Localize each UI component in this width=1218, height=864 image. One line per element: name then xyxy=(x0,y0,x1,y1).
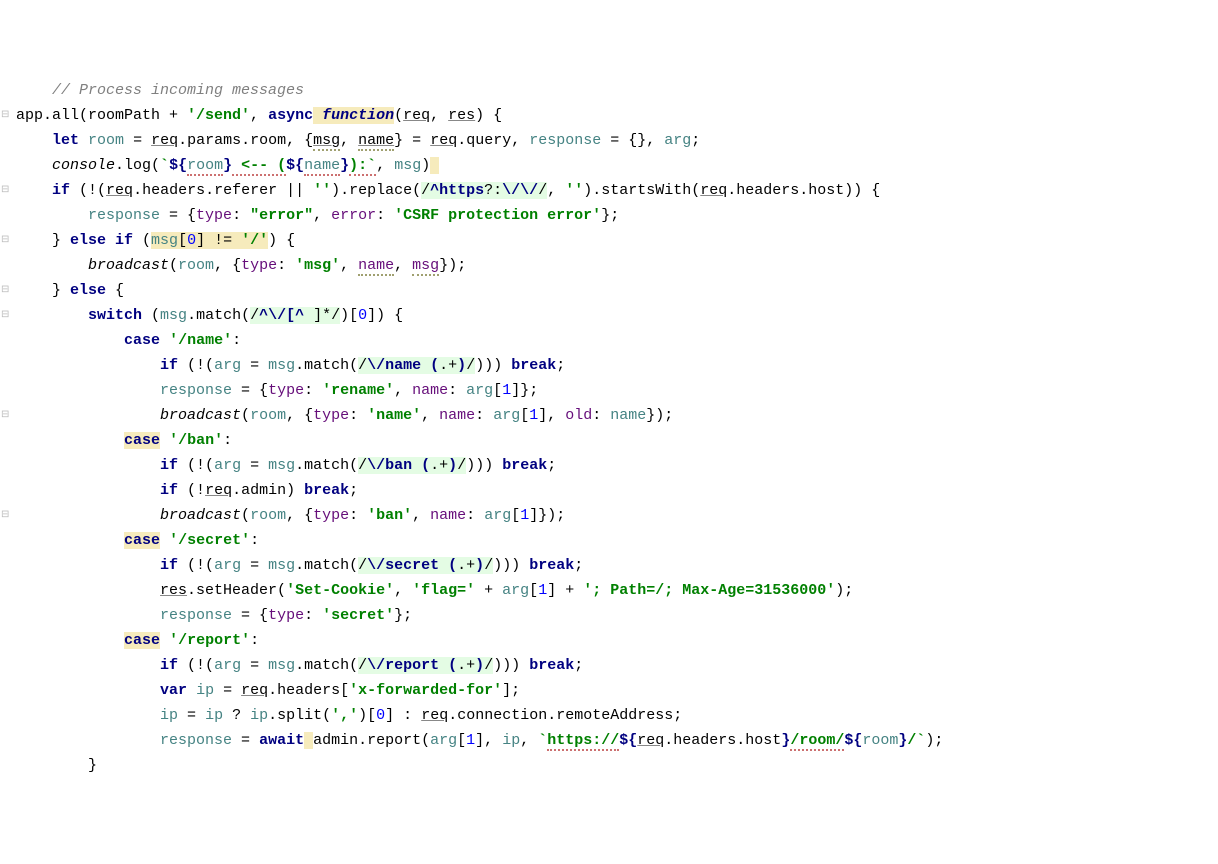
code-line[interactable]: broadcast(room, {type: 'name', name: arg… xyxy=(16,403,1218,428)
code-line[interactable]: if (!(req.headers.referer || '').replace… xyxy=(16,178,1218,203)
code-line[interactable]: console.log(`${room} <-- (${name}):`, ms… xyxy=(16,153,1218,178)
code-line[interactable]: broadcast(room, {type: 'msg', name, msg}… xyxy=(16,253,1218,278)
code-line[interactable]: response = {type: "error", error: 'CSRF … xyxy=(16,203,1218,228)
code-line[interactable]: if (!(arg = msg.match(/\/ban (.+)/))) br… xyxy=(16,453,1218,478)
fold-icon[interactable]: ⊟ xyxy=(1,286,11,296)
code-editor[interactable]: ⊟ ⊟ ⊟ ⊟ ⊟ ⊟ ⊟ // Process incoming messag… xyxy=(0,68,1218,779)
fold-icon[interactable]: ⊟ xyxy=(1,411,11,421)
fold-icon[interactable]: ⊟ xyxy=(1,186,11,196)
code-line[interactable]: switch (msg.match(/^\/[^ ]*/)[0]) { xyxy=(16,303,1218,328)
fold-icon[interactable]: ⊟ xyxy=(1,236,11,246)
code-line[interactable]: } else { xyxy=(16,278,1218,303)
code-line[interactable]: response = await admin.report(arg[1], ip… xyxy=(16,728,1218,753)
code-line[interactable]: ip = ip ? ip.split(',')[0] : req.connect… xyxy=(16,703,1218,728)
code-area[interactable]: // Process incoming messagesapp.all(room… xyxy=(12,68,1218,779)
code-line[interactable]: let room = req.params.room, {msg, name} … xyxy=(16,128,1218,153)
code-line[interactable]: var ip = req.headers['x-forwarded-for']; xyxy=(16,678,1218,703)
code-line[interactable]: response = {type: 'rename', name: arg[1]… xyxy=(16,378,1218,403)
code-line[interactable]: if (!(arg = msg.match(/\/secret (.+)/)))… xyxy=(16,553,1218,578)
code-line[interactable]: case '/secret': xyxy=(16,528,1218,553)
code-line[interactable]: case '/name': xyxy=(16,328,1218,353)
gutter: ⊟ ⊟ ⊟ ⊟ ⊟ ⊟ ⊟ xyxy=(0,68,12,779)
code-line[interactable]: response = {type: 'secret'}; xyxy=(16,603,1218,628)
fold-icon[interactable]: ⊟ xyxy=(1,311,11,321)
fold-icon[interactable]: ⊟ xyxy=(1,511,11,521)
code-line[interactable]: // Process incoming messages xyxy=(16,78,1218,103)
fold-icon[interactable]: ⊟ xyxy=(1,111,11,121)
code-line[interactable]: broadcast(room, {type: 'ban', name: arg[… xyxy=(16,503,1218,528)
code-line[interactable]: } else if (msg[0] != '/') { xyxy=(16,228,1218,253)
code-line[interactable]: if (!(arg = msg.match(/\/name (.+)/))) b… xyxy=(16,353,1218,378)
code-line[interactable]: } xyxy=(16,753,1218,778)
code-line[interactable]: if (!req.admin) break; xyxy=(16,478,1218,503)
code-line[interactable]: case '/report': xyxy=(16,628,1218,653)
code-line[interactable]: case '/ban': xyxy=(16,428,1218,453)
code-line[interactable]: res.setHeader('Set-Cookie', 'flag=' + ar… xyxy=(16,578,1218,603)
code-line[interactable]: if (!(arg = msg.match(/\/report (.+)/)))… xyxy=(16,653,1218,678)
code-line[interactable]: app.all(roomPath + '/send', async functi… xyxy=(16,103,1218,128)
